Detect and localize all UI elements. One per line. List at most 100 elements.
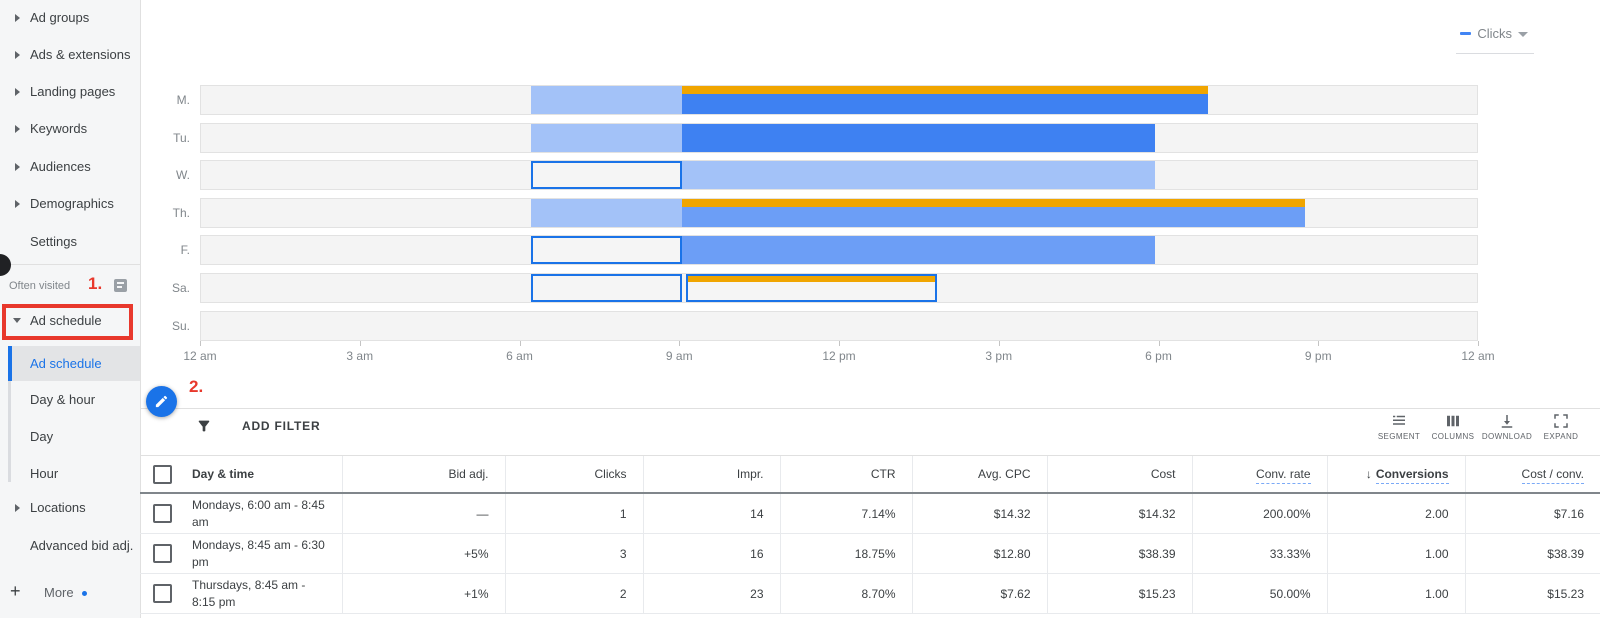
chart-day-row: W.	[176, 160, 1478, 191]
cell-cost-conv: $15.23	[1464, 573, 1600, 614]
sidebar-item-locations[interactable]: Locations	[0, 500, 140, 522]
schedule-segment[interactable]	[531, 123, 683, 152]
cell-cost: $15.23	[1046, 573, 1192, 614]
filter-funnel-icon	[198, 420, 210, 432]
axis-tick	[679, 341, 681, 346]
selected-schedule-segment[interactable]	[531, 161, 683, 190]
schedule-track[interactable]	[200, 85, 1478, 115]
column-header-label: Avg. CPC	[978, 467, 1031, 481]
column-header-label: Clicks	[594, 467, 627, 481]
cell-conv-rate: 33.33%	[1191, 533, 1327, 574]
cell-avg-cpc: $12.80	[911, 533, 1047, 574]
day-label: W.	[176, 168, 190, 183]
axis-tick	[1478, 341, 1479, 346]
schedule-segment[interactable]	[531, 86, 683, 114]
sidebar-item-more[interactable]: More	[44, 585, 74, 600]
axis-tick	[998, 341, 1000, 346]
column-header-impr[interactable]: Impr.	[642, 455, 780, 494]
schedule-track[interactable]	[200, 235, 1478, 266]
column-header-day-time[interactable]: Day & time	[185, 455, 342, 494]
download-button[interactable]: DOWNLOAD	[1480, 412, 1534, 441]
schedule-track[interactable]	[200, 310, 1478, 341]
sidebar-item-settings[interactable]: Settings	[0, 234, 140, 256]
select-all-checkbox[interactable]	[153, 464, 172, 484]
expand-arrow-icon	[15, 51, 20, 59]
sidebar-item-ads-extensions[interactable]: Ads & extensions	[0, 47, 140, 69]
column-header-bid-adj[interactable]: Bid adj.	[341, 455, 505, 494]
row-checkbox[interactable]	[153, 544, 172, 563]
sidebar-item-hour[interactable]: Hour	[30, 466, 58, 481]
download-icon	[1501, 415, 1513, 428]
cell-cost-conv: $38.39	[1464, 533, 1600, 574]
column-header-conversions[interactable]: ↓ Conversions	[1326, 455, 1465, 494]
cell-conv-rate: 50.00%	[1191, 573, 1327, 614]
axis-tick	[1318, 341, 1320, 346]
axis-tick	[200, 341, 201, 346]
legend-dash-icon	[1460, 32, 1472, 35]
sidebar-item-day-hour[interactable]: Day & hour	[30, 392, 95, 407]
schedule-segment[interactable]	[682, 198, 1305, 227]
schedule-track[interactable]	[200, 197, 1478, 228]
cell-ctr: 7.14%	[779, 493, 912, 534]
chart-day-row: Tu.	[173, 122, 1478, 153]
sidebar-item-ad-groups[interactable]: Ad groups	[0, 10, 140, 32]
sidebar-item-advanced-bid-adj[interactable]: Advanced bid adj.	[0, 538, 140, 560]
schedule-track[interactable]	[200, 160, 1478, 191]
schedule-segment[interactable]	[682, 236, 1156, 265]
row-checkbox[interactable]	[153, 584, 172, 603]
segment-button[interactable]: SEGMENT	[1372, 412, 1426, 441]
axis-tick-label: 12 pm	[822, 349, 856, 363]
often-visited-icon	[114, 279, 127, 292]
schedule-segment[interactable]	[682, 161, 1156, 190]
sidebar-item-ad-schedule-parent[interactable]: Ad schedule	[30, 313, 102, 328]
column-header-conv-rate[interactable]: Conv. rate	[1191, 455, 1327, 494]
sidebar-item-label: Landing pages	[30, 84, 116, 99]
sidebar-item-demographics[interactable]: Demographics	[0, 196, 140, 218]
sort-descending-icon: ↓	[1365, 467, 1372, 481]
chart-day-row: F.	[181, 235, 1478, 266]
cell-avg-cpc: $7.62	[911, 573, 1047, 614]
expand-arrow-icon	[15, 14, 20, 22]
cell-day-time: Mondays, 6:00 am - 8:45 am	[185, 493, 342, 534]
sidebar-item-audiences[interactable]: Audiences	[0, 159, 140, 181]
selected-schedule-segment[interactable]	[531, 236, 683, 265]
schedule-segment[interactable]	[682, 123, 1156, 152]
section-divider	[140, 408, 1600, 409]
sidebar-item-landing-pages[interactable]: Landing pages	[0, 84, 140, 106]
chart-metric-dropdown[interactable]: Clicks	[1460, 26, 1528, 41]
axis-tick-label: 3 pm	[985, 349, 1013, 363]
column-header-cost-conv[interactable]: Cost / conv.	[1464, 455, 1600, 494]
schedule-track[interactable]	[200, 273, 1478, 303]
cell-clicks: 3	[504, 533, 643, 574]
column-header-avg-cpc[interactable]: Avg. CPC	[911, 455, 1047, 494]
axis-tick-label: 6 am	[506, 349, 533, 363]
column-header-ctr[interactable]: CTR	[779, 455, 912, 494]
expand-button[interactable]: EXPAND	[1534, 412, 1588, 441]
plus-icon[interactable]: +	[10, 581, 21, 602]
columns-button[interactable]: COLUMNS	[1426, 412, 1480, 441]
pencil-icon	[155, 395, 168, 408]
edit-schedule-button[interactable]	[146, 386, 177, 417]
schedule-segment[interactable]	[682, 86, 1208, 114]
column-header-cost[interactable]: Cost	[1046, 455, 1192, 494]
selected-indicator-bar	[8, 346, 12, 381]
cell-bid-adj: +5%	[341, 533, 505, 574]
cell-clicks: 2	[504, 573, 643, 614]
add-filter-button[interactable]: ADD FILTER	[196, 418, 320, 434]
sidebar-item-keywords[interactable]: Keywords	[0, 121, 140, 143]
highlight-strip	[682, 198, 1305, 207]
sidebar-item-label: Ads & extensions	[30, 47, 131, 62]
action-label: EXPAND	[1543, 432, 1579, 441]
schedule-segment[interactable]	[531, 198, 683, 227]
sidebar-item-day[interactable]: Day	[30, 429, 53, 444]
table-row: Mondays, 8:45 am - 6:30 pm +5% 3 16 18.75% $1…	[140, 533, 1600, 574]
legend-label: Clicks	[1477, 26, 1512, 41]
schedule-track[interactable]	[200, 122, 1478, 153]
column-header-clicks[interactable]: Clicks	[504, 455, 643, 494]
often-visited-label: Often visited	[9, 280, 71, 292]
time-axis: 12 am 3 am 6 am 9 am 12 pm 3 pm 6 pm 9 pm 12 am	[183, 341, 1495, 367]
ad-schedule-table: Day & time Bid adj. Clicks Impr. CTR Avg. CPC…	[140, 455, 1600, 614]
selected-schedule-segment[interactable]	[685, 274, 938, 302]
selected-schedule-segment[interactable]	[531, 274, 683, 302]
row-checkbox[interactable]	[153, 504, 172, 523]
